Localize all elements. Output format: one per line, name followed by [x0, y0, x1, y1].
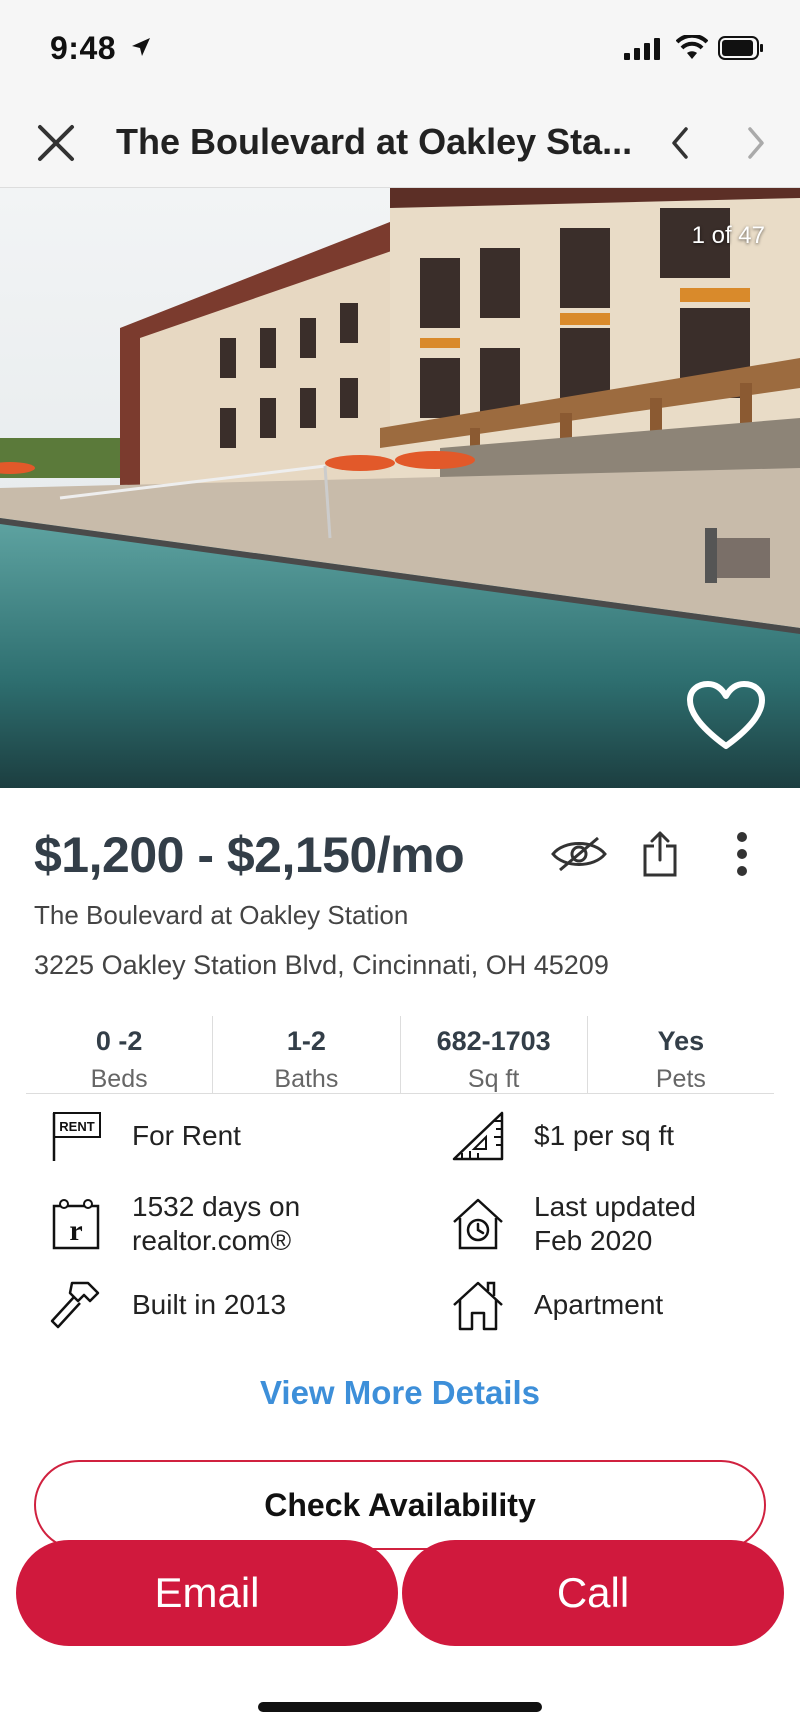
stat-sqft: 682-1703 Sq ft	[401, 1016, 588, 1093]
fact-days-on-text: 1532 days on realtor.com®	[132, 1191, 301, 1256]
stat-value: Yes	[657, 1026, 705, 1056]
ruler-triangle-icon	[448, 1106, 508, 1166]
listing-address: 3225 Oakley Station Blvd, Cincinnati, OH…	[34, 950, 609, 980]
rent-sign-text: RENT	[59, 1119, 94, 1134]
stat-label: Sq ft	[467, 1065, 520, 1093]
photo-counter: 1 of 47	[691, 222, 765, 249]
cellular-signal-icon	[624, 38, 660, 60]
for-rent-sign-icon: RENT	[46, 1106, 106, 1166]
svg-text:r: r	[69, 1214, 82, 1247]
fact-type: Apartment	[448, 1275, 663, 1335]
listing-name: The Boulevard at Oakley Station	[34, 900, 409, 930]
listing-stats: 0 -2 Beds 1-2 Baths 682-1703 Sq ft Yes P…	[26, 1016, 774, 1094]
home-indicator[interactable]	[258, 1702, 542, 1712]
status-bar: 9:48	[0, 0, 800, 105]
location-arrow-icon	[132, 38, 150, 56]
fact-status-text: For Rent	[132, 1120, 241, 1151]
clock: 9:48	[50, 30, 117, 66]
fact-updated-text: Last updated Feb 2020	[534, 1191, 696, 1256]
share-icon[interactable]	[642, 830, 678, 878]
stat-pets: Yes Pets	[588, 1016, 774, 1093]
fact-price-per-sqft: $1 per sq ft	[448, 1106, 674, 1166]
wifi-icon	[676, 35, 708, 59]
fact-type-text: Apartment	[534, 1289, 664, 1320]
stat-value: 1-2	[286, 1026, 326, 1056]
listing-photo[interactable]: 1 of 47	[0, 188, 800, 788]
fact-updated: Last updated Feb 2020	[448, 1190, 696, 1258]
more-options-icon[interactable]	[730, 830, 754, 878]
nav-bar: The Boulevard at Oakley Sta...	[0, 105, 800, 188]
stat-baths: 1-2 Baths	[213, 1016, 401, 1093]
fact-price-per-sqft-text: $1 per sq ft	[534, 1120, 675, 1151]
fact-days-on: r 1532 days on realtor.com®	[46, 1190, 300, 1258]
listing-price: $1,200 - $2,150/mo	[34, 827, 465, 883]
call-button[interactable]: Call	[402, 1540, 784, 1646]
stat-label: Pets	[655, 1065, 706, 1093]
fact-status: RENT For Rent	[46, 1106, 241, 1166]
chevron-left-icon[interactable]	[668, 125, 692, 161]
house-icon	[448, 1275, 508, 1335]
page-title: The Boulevard at Oakley Sta...	[116, 121, 633, 162]
listing-photo-image	[0, 188, 800, 788]
view-more-details-link[interactable]: View More Details	[0, 1374, 800, 1412]
email-button[interactable]: Email	[16, 1540, 398, 1646]
hammer-icon	[46, 1275, 106, 1335]
check-availability-button[interactable]: Check Availability	[34, 1460, 766, 1550]
stat-beds: 0 -2 Beds	[26, 1016, 214, 1093]
stat-label: Beds	[90, 1065, 148, 1093]
fact-built-text: Built in 2013	[132, 1289, 287, 1320]
hide-listing-icon[interactable]	[550, 834, 608, 874]
fact-built: Built in 2013	[46, 1275, 286, 1335]
chevron-right-icon[interactable]	[744, 125, 768, 161]
close-icon[interactable]	[34, 121, 78, 165]
stat-value: 682-1703	[436, 1026, 551, 1056]
house-clock-icon	[448, 1194, 508, 1254]
stat-label: Baths	[274, 1065, 339, 1093]
heart-icon[interactable]	[686, 680, 766, 752]
battery-icon	[718, 36, 763, 60]
stat-value: 0 -2	[95, 1026, 143, 1056]
calendar-r-icon: r	[46, 1194, 106, 1254]
